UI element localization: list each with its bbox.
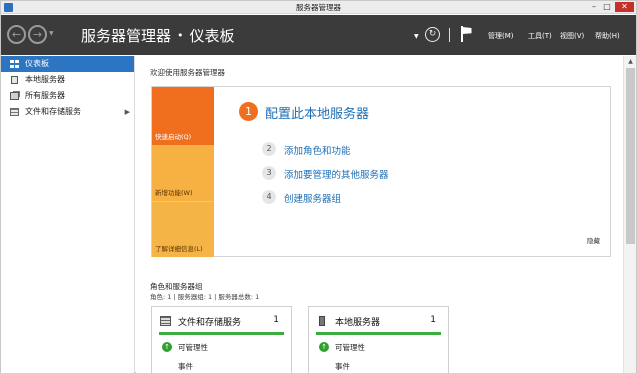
menu-view[interactable]: 视图(V) — [560, 31, 584, 41]
up-arrow-status-icon: ↑ — [319, 342, 329, 352]
sidebar-item-label: 所有服务器 — [25, 91, 65, 100]
breadcrumb: 服务器管理器 • 仪表板 — [81, 25, 235, 46]
sidebar-item-label: 本地服务器 — [25, 75, 65, 84]
vertical-scrollbar[interactable]: ▲ — [623, 56, 636, 373]
close-button[interactable]: ✕ — [615, 2, 634, 12]
maximize-button[interactable]: □ — [601, 2, 613, 12]
sidebar: 仪表板 本地服务器 所有服务器 文件和存储服务 ▶ — [1, 56, 135, 373]
tile-label: 了解详细信息(L) — [155, 245, 203, 253]
scrollbar-thumb[interactable] — [626, 68, 635, 244]
events-link[interactable]: 事件 — [178, 361, 193, 372]
menu-tools[interactable]: 工具(T) — [528, 31, 552, 41]
tile-label: 快速启动(Q) — [155, 133, 192, 141]
forward-arrow-icon[interactable]: → — [28, 25, 47, 44]
dashboard-grid-icon — [10, 60, 19, 68]
sidebar-item-file-storage[interactable]: 文件和存储服务 ▶ — [1, 104, 134, 120]
welcome-title: 欢迎使用服务器管理器 — [150, 68, 225, 77]
manageability-link[interactable]: 可管理性 — [178, 342, 208, 353]
step-number-badge: 2 — [262, 142, 276, 156]
scroll-up-icon[interactable]: ▲ — [624, 56, 637, 67]
menu-manage[interactable]: 管理(M) — [488, 31, 514, 41]
step-link[interactable]: 添加要管理的其他服务器 — [284, 167, 389, 181]
up-arrow-status-icon: ↑ — [162, 342, 172, 352]
tile-quick-start[interactable]: 快速启动(Q) — [152, 87, 214, 145]
tile-label: 新增功能(W) — [155, 189, 193, 197]
sidebar-item-label: 仪表板 — [25, 59, 49, 68]
step-number-badge: 3 — [262, 166, 276, 180]
notification-flag-icon[interactable] — [461, 26, 473, 42]
menu-help[interactable]: 帮助(H) — [595, 31, 620, 41]
sidebar-item-label: 文件和存储服务 — [25, 107, 81, 116]
step-number-badge: 4 — [262, 190, 276, 204]
role-card-local-server[interactable]: 本地服务器 1 ↑ 可管理性 事件 — [308, 306, 449, 373]
dashboard-content: 欢迎使用服务器管理器 快速启动(Q) 新增功能(W) 了解详细信息(L) 1 配… — [136, 56, 623, 373]
sidebar-item-local-server[interactable]: 本地服务器 — [1, 72, 134, 88]
card-count: 1 — [430, 315, 436, 325]
refresh-icon[interactable]: ↻ — [425, 27, 440, 42]
tile-learn-more[interactable]: 了解详细信息(L) — [152, 201, 214, 257]
header-divider — [449, 28, 450, 42]
breadcrumb-current: 仪表板 — [189, 27, 235, 45]
card-title[interactable]: 文件和存储服务 — [178, 315, 241, 328]
minimize-button[interactable]: – — [588, 2, 600, 12]
chevron-right-icon[interactable]: ▶ — [125, 104, 130, 120]
header-dropdown-icon[interactable]: ▼ — [414, 33, 419, 40]
hide-welcome-link[interactable]: 隐藏 — [587, 235, 600, 245]
header-bar: ← → ▼ 服务器管理器 • 仪表板 ▼ ↻ 管理(M) 工具(T) 视图(V) 帮… — [1, 15, 636, 55]
breadcrumb-root[interactable]: 服务器管理器 — [81, 27, 171, 45]
step-link[interactable]: 配置此本地服务器 — [265, 103, 369, 122]
welcome-panel: 快速启动(Q) 新增功能(W) 了解详细信息(L) 1 配置此本地服务器 2 添… — [151, 86, 611, 257]
status-bar — [316, 332, 441, 335]
events-link[interactable]: 事件 — [335, 361, 350, 372]
sidebar-item-dashboard[interactable]: 仪表板 — [1, 56, 134, 72]
step-number-badge: 1 — [239, 102, 258, 121]
role-card-file-storage[interactable]: 文件和存储服务 1 ↑ 可管理性 事件 — [151, 306, 292, 373]
sidebar-item-all-servers[interactable]: 所有服务器 — [1, 88, 134, 104]
breadcrumb-separator: • — [177, 29, 184, 42]
title-bar: 服务器管理器 – □ ✕ — [1, 1, 636, 14]
tile-whats-new[interactable]: 新增功能(W) — [152, 145, 214, 201]
storage-icon — [160, 316, 171, 326]
back-arrow-icon[interactable]: ← — [7, 25, 26, 44]
card-title[interactable]: 本地服务器 — [335, 315, 380, 328]
nav-history-dropdown-icon[interactable]: ▼ — [49, 30, 54, 37]
step-link[interactable]: 添加角色和功能 — [284, 143, 351, 157]
server-icon — [11, 76, 18, 84]
step-link[interactable]: 创建服务器组 — [284, 191, 341, 205]
card-count: 1 — [273, 315, 279, 325]
window-title: 服务器管理器 — [296, 3, 341, 12]
storage-icon — [10, 108, 19, 116]
roles-summary: 角色: 1 | 服务器组: 1 | 服务器总数: 1 — [150, 293, 260, 301]
servers-icon — [10, 92, 19, 100]
manageability-link[interactable]: 可管理性 — [335, 342, 365, 353]
status-bar — [159, 332, 284, 335]
server-icon — [319, 316, 325, 326]
server-manager-window: 服务器管理器 – □ ✕ ← → ▼ 服务器管理器 • 仪表板 ▼ ↻ 管理(M) … — [0, 0, 637, 373]
